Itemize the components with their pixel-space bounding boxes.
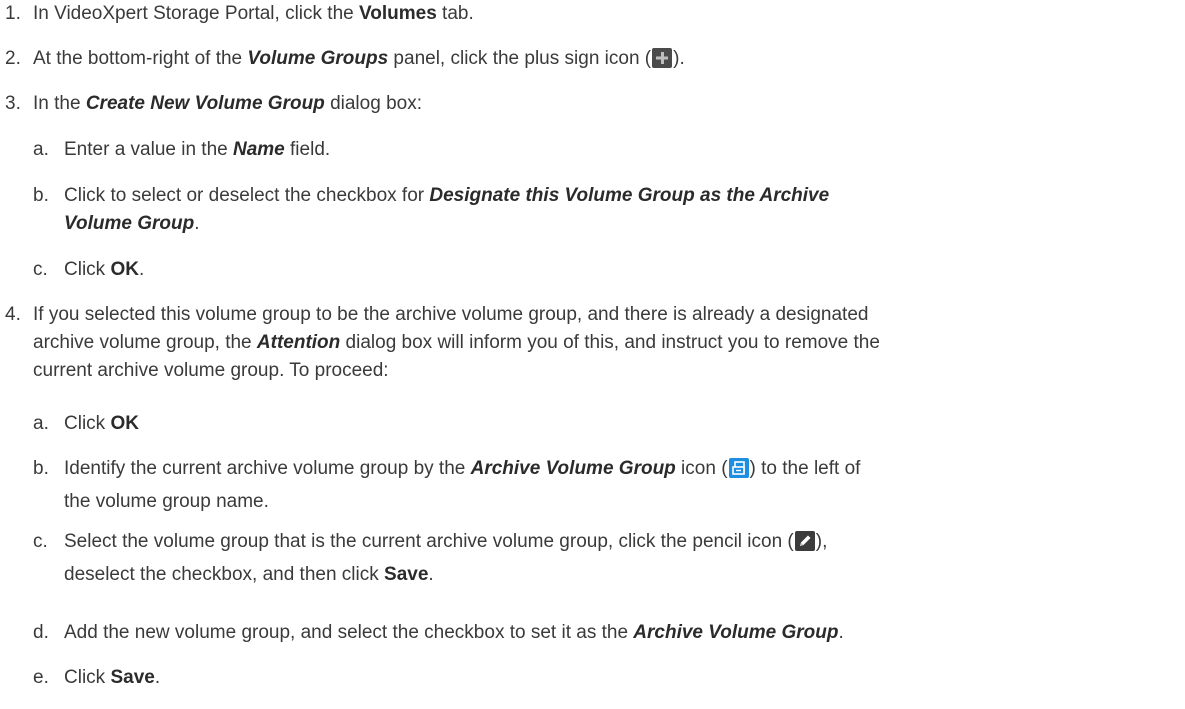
step-4b: b. Identify the current archive volume g… [0,452,860,518]
step-number: 4. [5,304,21,325]
step-letter: a. [33,413,49,434]
step-letter: e. [33,667,49,688]
step-2: 2. At the bottom-right of the Volume Gro… [0,45,685,73]
pencil-icon [794,531,815,551]
plus-icon [652,48,673,68]
step-number: 3. [5,93,21,114]
step-3: 3. In the Create New Volume Group dialog… [0,90,422,118]
step-letter: b. [33,185,49,206]
step-3c: c. Click OK. [0,256,144,284]
step-text: Click Save. [64,667,161,688]
step-letter: c. [33,531,48,552]
archive-icon [728,458,749,478]
step-letter: c. [33,259,48,280]
step-4d: d. Add the new volume group, and select … [0,619,844,647]
step-number: 1. [5,3,21,24]
step-4a: a. Click OK [0,410,139,438]
step-text: Click OK [64,413,139,434]
step-text: In VideoXpert Storage Portal, click the … [33,3,474,24]
step-letter: d. [33,622,49,643]
step-text: At the bottom-right of the Volume Groups… [33,48,685,69]
step-3b: b. Click to select or deselect the check… [0,182,829,238]
step-4e: e. Click Save. [0,664,160,692]
step-3a: a. Enter a value in the Name field. [0,136,330,164]
step-text: Click to select or deselect the checkbox… [64,185,830,234]
step-letter: a. [33,139,49,160]
step-number: 2. [5,48,21,69]
step-text: Add the new volume group, and select the… [64,622,844,643]
step-text: If you selected this volume group to be … [33,304,880,381]
step-text: In the Create New Volume Group dialog bo… [33,93,422,114]
step-1: 1. In VideoXpert Storage Portal, click t… [0,0,474,28]
step-letter: b. [33,458,49,479]
step-text: Identify the current archive volume grou… [64,458,861,512]
step-text: Select the volume group that is the curr… [64,531,828,585]
step-text: Click OK. [64,259,145,280]
step-text: Enter a value in the Name field. [64,139,331,160]
step-4: 4. If you selected this volume group to … [0,301,1183,385]
step-4c: c. Select the volume group that is the c… [0,525,827,591]
